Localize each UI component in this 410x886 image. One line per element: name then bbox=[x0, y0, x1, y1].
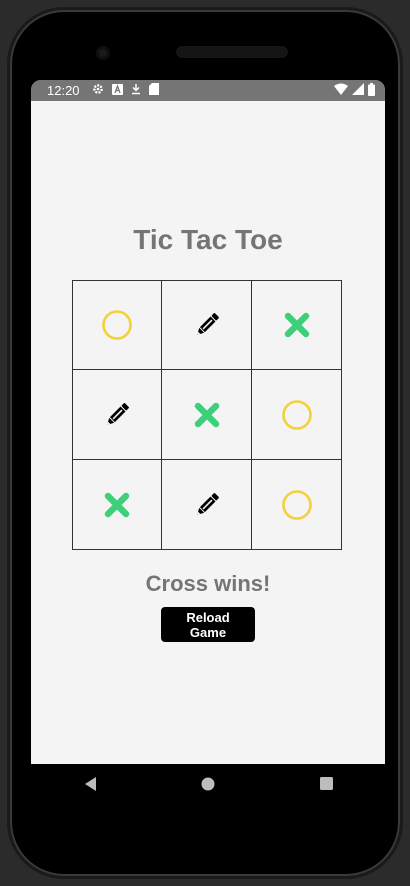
board-cell-2-1[interactable] bbox=[161, 459, 252, 550]
board-cell-1-0[interactable] bbox=[72, 369, 162, 460]
board-cell-0-1[interactable] bbox=[161, 280, 252, 370]
recents-button[interactable] bbox=[302, 764, 350, 808]
board-cell-2-0[interactable] bbox=[72, 459, 162, 550]
wifi-icon bbox=[334, 83, 348, 98]
pencil-icon bbox=[107, 402, 129, 425]
board-cell-0-2[interactable] bbox=[251, 280, 342, 370]
circle-mark bbox=[102, 310, 132, 340]
app-screen: 12:20 Tic Tac Toe Cross wins! Reload Gam… bbox=[31, 80, 385, 764]
status-time: 12:20 bbox=[47, 83, 80, 98]
signal-icon bbox=[352, 83, 364, 98]
download-icon bbox=[131, 83, 141, 98]
front-camera bbox=[96, 46, 110, 60]
reload-game-button[interactable]: Reload Game bbox=[161, 607, 255, 642]
earpiece-speaker bbox=[176, 46, 288, 58]
sd-card-icon bbox=[148, 83, 159, 98]
cross-mark bbox=[104, 492, 130, 517]
recents-icon bbox=[319, 777, 333, 795]
circle-mark bbox=[281, 399, 312, 430]
board-cell-1-1[interactable] bbox=[161, 369, 252, 460]
back-button[interactable] bbox=[66, 764, 114, 808]
board-cell-0-0[interactable] bbox=[72, 280, 162, 370]
pencil-icon bbox=[196, 492, 219, 515]
circle-mark bbox=[281, 489, 312, 520]
navigation-bar bbox=[31, 764, 385, 808]
cross-mark bbox=[284, 312, 309, 338]
game-board bbox=[72, 280, 342, 550]
battery-icon bbox=[368, 82, 375, 99]
back-icon bbox=[83, 776, 97, 797]
status-bar: 12:20 bbox=[31, 80, 385, 101]
board-cell-2-2[interactable] bbox=[251, 459, 342, 550]
board-cell-1-2[interactable] bbox=[251, 369, 342, 460]
result-text: Cross wins! bbox=[145, 571, 271, 596]
gear-icon bbox=[92, 83, 104, 98]
cross-mark bbox=[194, 402, 219, 427]
home-icon bbox=[201, 777, 215, 796]
home-button[interactable] bbox=[184, 764, 232, 808]
pencil-icon bbox=[196, 313, 219, 335]
page-title: Tic Tac Toe bbox=[133, 224, 283, 255]
a-notification-icon bbox=[111, 83, 123, 98]
